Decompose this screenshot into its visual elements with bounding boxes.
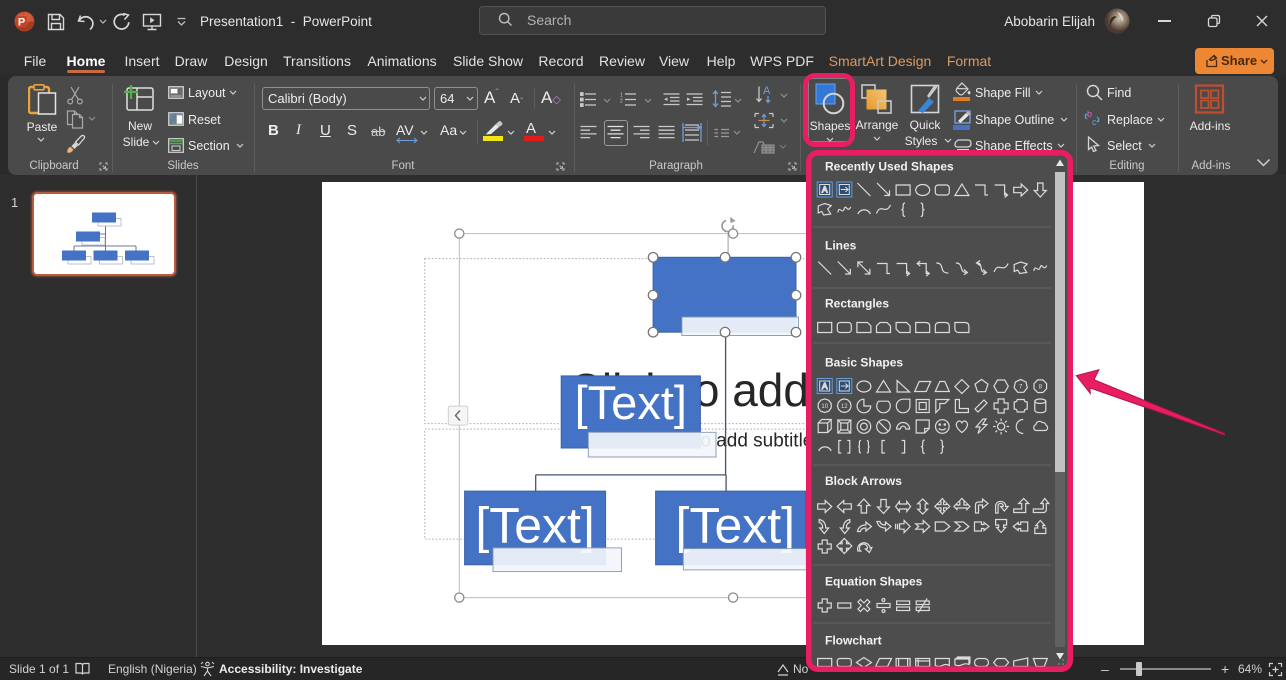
svg-text:A: A <box>763 85 771 97</box>
svg-text:Flowchart: Flowchart <box>825 634 882 648</box>
svg-text:[Text]: [Text] <box>675 498 794 554</box>
svg-text:Rectangles: Rectangles <box>825 297 889 311</box>
svg-text:c: c <box>1092 117 1097 127</box>
svg-text:Block Arrows: Block Arrows <box>825 474 902 488</box>
svg-text:Equation Shapes: Equation Shapes <box>825 575 923 589</box>
svg-text:Basic Shapes: Basic Shapes <box>825 356 903 370</box>
svg-text:[Text]: [Text] <box>574 376 686 429</box>
svg-text:Lines: Lines <box>825 239 857 253</box>
svg-text:2: 2 <box>620 99 623 105</box>
svg-text:Recently Used Shapes: Recently Used Shapes <box>825 160 954 174</box>
svg-text:[Text]: [Text] <box>475 498 594 554</box>
